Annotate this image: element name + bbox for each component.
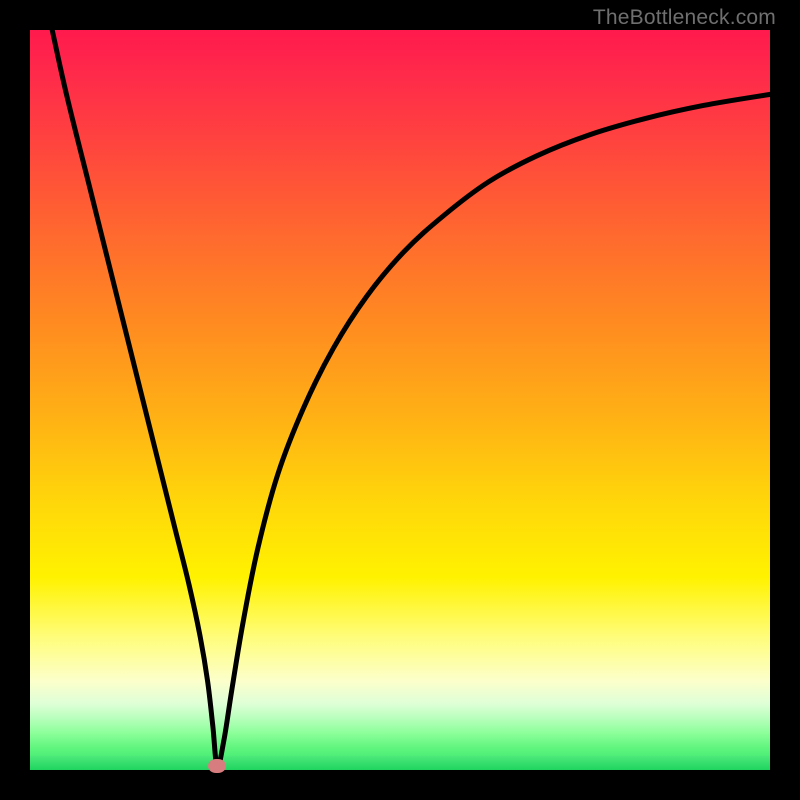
chart-frame xyxy=(30,30,770,770)
chart-current-point-icon xyxy=(208,759,226,773)
chart-curve-svg xyxy=(30,30,770,770)
watermark-text: TheBottleneck.com xyxy=(593,6,776,30)
chart-curve xyxy=(52,30,770,767)
